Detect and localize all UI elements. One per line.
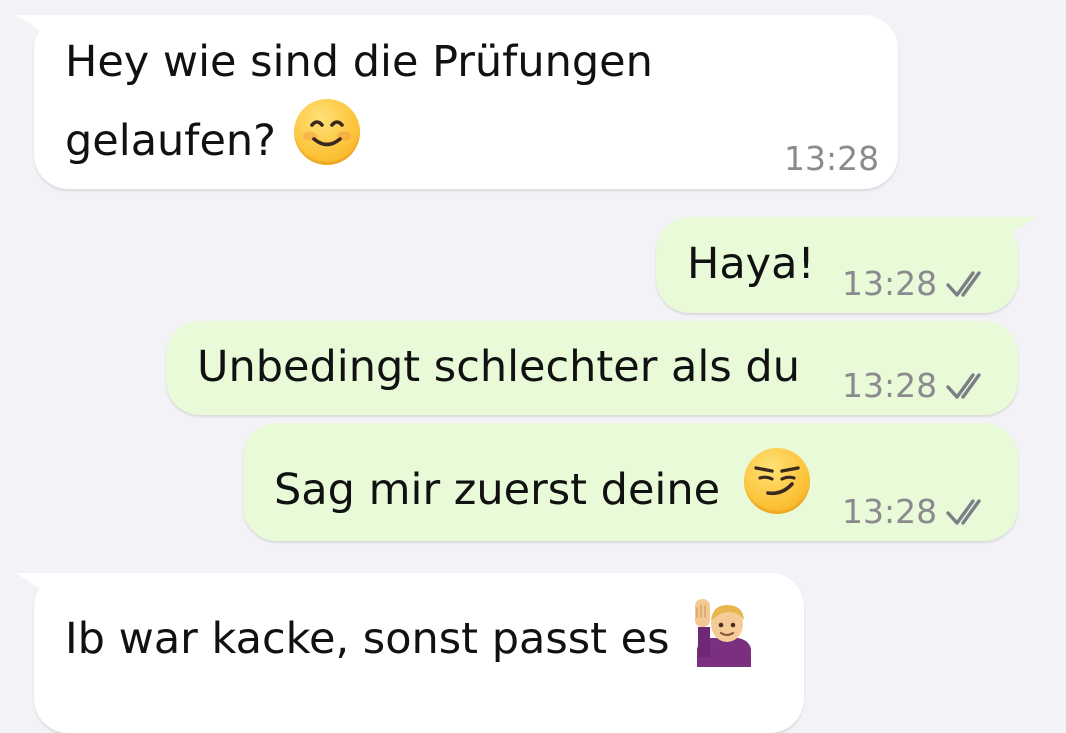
message-text: Sag mir zuerst deine [274,465,721,515]
message-bubble-outgoing[interactable]: Sag mir zuerst deine 13:28 [243,423,1018,541]
emoji-face [743,448,810,514]
emoji-face [293,99,360,165]
double-check-icon [946,271,981,297]
message-text: gelaufen? [65,116,276,166]
message-bubble-incoming[interactable]: Hey wie sind die Prüfungen gelaufen? 13:… [16,15,898,189]
bubble-tail [990,217,1036,247]
message-timestamp: 13:28 [784,139,880,178]
message-timestamp: 13:28 [842,492,938,531]
smirking-face-icon [743,448,810,514]
double-check-icon [946,499,981,525]
chat-thread: Hey wie sind die Prüfungen gelaufen? 13:… [0,0,1066,733]
message-timestamp: 13:28 [842,264,938,303]
message-text-line: Sag mir zuerst deine [274,448,810,523]
double-check-icon [946,373,981,399]
message-bubble-outgoing[interactable]: Unbedingt schlechter als du 13:28 [166,321,1018,415]
bubble-tail [16,573,62,603]
message-text-line: Ib war kacke, sonst passt es [65,597,757,672]
message-text: Ib war kacke, sonst passt es [65,614,670,664]
message-bubble-incoming[interactable]: Ib war kacke, sonst passt es [16,573,804,733]
message-text: Unbedingt schlechter als du [197,342,800,392]
message-bubble-outgoing[interactable]: Haya! 13:28 [656,217,1036,313]
message-text: Haya! [687,239,815,289]
message-text-line: gelaufen? [65,99,360,174]
message-timestamp: 13:28 [842,366,938,405]
smiling-face-with-smiling-eyes-icon [293,99,360,165]
person-raising-hand-icon [691,597,757,667]
message-text-line: Hey wie sind die Prüfungen [65,37,653,87]
bubble-tail [16,15,62,45]
